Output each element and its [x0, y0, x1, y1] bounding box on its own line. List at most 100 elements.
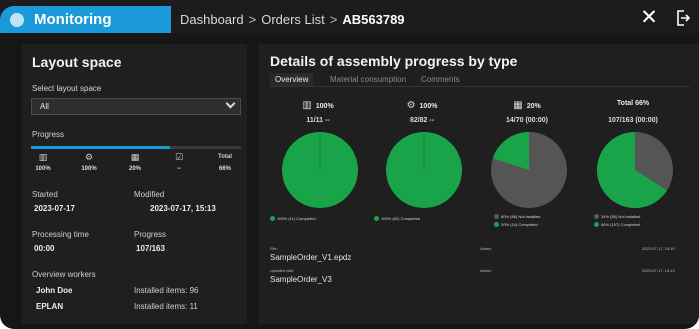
- mini-stat-value: 100%: [35, 166, 51, 172]
- tab-divider: [270, 86, 690, 87]
- gear-icon: ⚙: [84, 152, 94, 162]
- pie-chart-gear: [386, 132, 462, 208]
- legend-text: 34% (56) Not installed: [601, 214, 641, 219]
- file-label: File:: [270, 246, 278, 251]
- modified-label: Modified: [134, 190, 165, 199]
- pie-header: Total 66%: [583, 100, 683, 107]
- mini-stat-value: 100%: [81, 166, 97, 172]
- worker-name: EPLAN: [36, 302, 64, 311]
- app-brand[interactable]: Monitoring: [0, 6, 171, 33]
- progress-breakdown: ▥ 100% ⚙ 100% ▦ 20% ☑ -- Total 66%: [31, 152, 247, 182]
- mini-stat-building: ▥ 100%: [25, 152, 61, 172]
- assembly-progress-title: Details of assembly progress by type: [270, 53, 518, 69]
- legend-dot: [270, 216, 275, 221]
- progress-count-value: 107/163: [136, 244, 165, 253]
- file-name: SampleOrder_V1.epdz: [270, 253, 352, 262]
- legend-text: 100% (82) Completed: [381, 216, 420, 221]
- mini-stat-value: 66%: [218, 166, 231, 172]
- breadcrumb-orders-list[interactable]: Orders List: [261, 12, 325, 27]
- top-bar: Monitoring Dashboard > Orders List > AB56378…: [0, 0, 699, 33]
- panel-icon: ▦: [130, 152, 140, 162]
- panel-icon: ▦: [513, 100, 523, 111]
- pie-chart-building: [282, 132, 358, 208]
- layout-space-select-value: All: [40, 102, 49, 111]
- mini-stat-value: --: [177, 166, 181, 172]
- building-icon: ▥: [38, 152, 48, 162]
- app-logo-icon: [10, 13, 24, 27]
- pie-subheader: 11/11 --: [306, 117, 330, 124]
- modified-value: 2023-07-17, 15:13: [150, 204, 216, 213]
- layout-space-title: Layout space: [32, 54, 122, 70]
- pie-legend-entry: 34% (56) Not installed: [594, 214, 640, 219]
- updated-date: 2023-07-17, 15:13: [642, 268, 675, 273]
- breadcrumb-separator: >: [329, 12, 338, 27]
- pie-header-value: 100%: [419, 103, 438, 110]
- breadcrumb: Dashboard > Orders List > AB563789: [180, 12, 405, 27]
- mini-stat-gear: ⚙ 100%: [71, 152, 107, 172]
- mini-stat-value: 20%: [128, 166, 141, 172]
- progress-bar: [31, 146, 241, 149]
- updated-with-label: Updated with:: [270, 268, 295, 273]
- chevron-down-icon: [225, 98, 236, 109]
- pie-chart-total: [597, 132, 673, 208]
- logout-icon[interactable]: [676, 10, 690, 26]
- pie-header: ▦ 20%: [477, 100, 577, 111]
- tab-comments[interactable]: Comments: [421, 75, 460, 84]
- legend-text: 80% (56) Not installed: [501, 214, 541, 219]
- pie-legend-entry: 20% (14) Completed: [494, 222, 538, 227]
- overview-workers-label: Overview workers: [32, 270, 96, 279]
- mini-stat-checkbox: ☑ --: [161, 152, 197, 172]
- pie-legend-entry: 100% (82) Completed: [374, 216, 420, 221]
- app-title: Monitoring: [34, 11, 112, 28]
- pie-header-value: 100%: [315, 103, 334, 110]
- legend-text: 100% (11) Completed: [277, 216, 316, 221]
- app-window: Monitoring Dashboard > Orders List > AB56378…: [0, 0, 699, 329]
- pie-legend-entry: 100% (11) Completed: [270, 216, 316, 221]
- legend-dot: [594, 214, 599, 219]
- legend-dot: [374, 216, 379, 221]
- pie-subheader: 14/70 (00:00): [505, 117, 549, 124]
- breadcrumb-order-id: AB563789: [342, 12, 405, 27]
- pie-chart-panel: [491, 132, 567, 208]
- progress-label: Progress: [32, 130, 65, 139]
- pie-header: ▥ 100%: [268, 100, 368, 111]
- tab-material-consumption[interactable]: Material consumption: [330, 75, 406, 84]
- pie-header-value: Total 66%: [616, 100, 650, 107]
- legend-text: 66% (107) Completed: [601, 222, 640, 227]
- pie-legend-entry: 80% (56) Not installed: [494, 214, 540, 219]
- breadcrumb-dashboard[interactable]: Dashboard: [180, 12, 244, 27]
- legend-text: 20% (14) Completed: [501, 222, 538, 227]
- processing-time-value: 00:00: [34, 244, 55, 253]
- processing-time-label: Processing time: [32, 230, 89, 239]
- worker-installed-items: Installed items: 11: [134, 302, 198, 311]
- pie-subheader: 82/82 --: [409, 117, 435, 124]
- breadcrumb-separator: >: [248, 12, 257, 27]
- pie-subheader: 107/163 (00:00): [608, 117, 658, 124]
- tab-overview[interactable]: Overview: [270, 73, 314, 86]
- mini-stat-panel: ▦ 20%: [117, 152, 153, 172]
- worker-installed-items: Installed items: 96: [134, 286, 199, 295]
- legend-dot: [594, 222, 599, 227]
- legend-dot: [494, 222, 499, 227]
- file-date: 2023-07-17, 15:10: [642, 246, 675, 251]
- legend-dot: [494, 214, 499, 219]
- assembly-progress-panel: Details of assembly progress by type Ove…: [258, 44, 699, 324]
- file-user: Admin: [480, 246, 492, 251]
- checkbox-icon: ☑: [174, 152, 184, 162]
- updated-user: Admin: [480, 268, 492, 273]
- pie-header: ⚙ 100%: [372, 100, 472, 111]
- layout-space-panel: Layout space Select layout space All Pro…: [22, 44, 247, 324]
- mini-stat-total-label: Total: [218, 154, 232, 160]
- gear-icon: ⚙: [406, 100, 416, 111]
- worker-name: John Doe: [36, 286, 73, 295]
- progress-bar-fill: [31, 146, 170, 149]
- updated-file-name: SampleOrder_V3: [270, 275, 332, 284]
- started-value: 2023-07-17: [34, 204, 75, 213]
- close-icon[interactable]: ✕: [640, 7, 658, 28]
- pie-legend-entry: 66% (107) Completed: [594, 222, 640, 227]
- mini-stat-total: Total 66%: [207, 152, 243, 172]
- select-layout-space-label: Select layout space: [32, 84, 102, 93]
- progress-count-label: Progress: [134, 230, 167, 239]
- building-icon: ▥: [302, 100, 312, 111]
- layout-space-select[interactable]: All: [31, 98, 241, 115]
